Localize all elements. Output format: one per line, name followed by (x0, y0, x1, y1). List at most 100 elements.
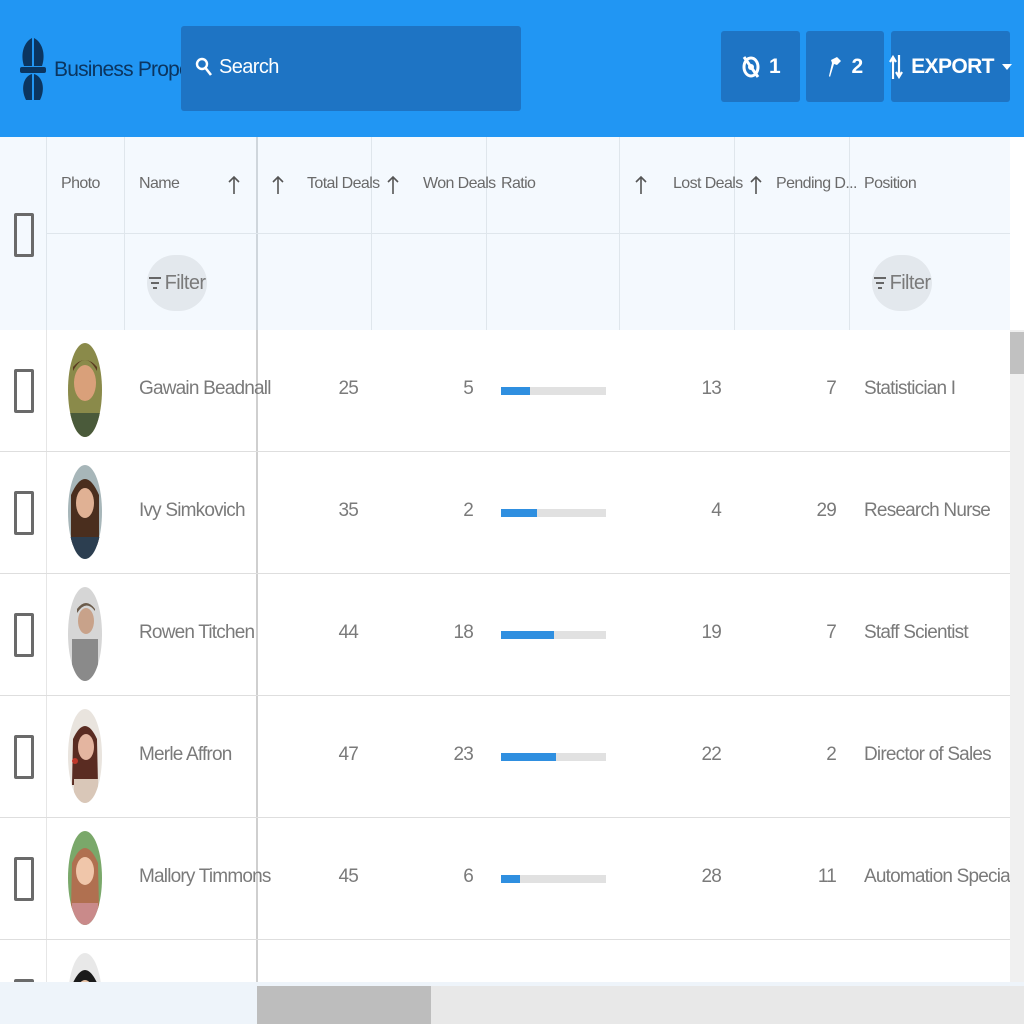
column-divider (46, 696, 47, 817)
pin-icon (829, 56, 842, 77)
avatar (68, 343, 102, 437)
cell-total-deals: 45 (338, 866, 358, 887)
search-input[interactable]: Search (181, 26, 521, 111)
cell-won-deals: 6 (463, 866, 474, 887)
ratio-bar-fill (501, 631, 554, 639)
avatar (68, 953, 102, 982)
cell-total-deals: 25 (338, 378, 358, 399)
row-checkbox[interactable] (14, 735, 34, 779)
row-checkbox[interactable] (14, 369, 34, 413)
header-position[interactable]: Position (864, 175, 917, 193)
cell-name: Ivy Simkovich (139, 500, 246, 521)
pinned-columns-count: 2 (851, 54, 863, 78)
cell-won-deals: 18 (453, 622, 473, 643)
cell-total-deals: 35 (338, 500, 358, 521)
header-pending-deals[interactable]: Pending D... (776, 175, 857, 193)
header-total-deals[interactable]: Total Deals (307, 175, 380, 193)
sort-arrow-up-icon[interactable] (228, 175, 240, 195)
ratio-bar (501, 509, 606, 517)
select-all-checkbox[interactable] (14, 213, 34, 257)
filter-icon (873, 277, 886, 289)
column-divider (46, 574, 47, 695)
cell-pending-deals: 2 (826, 744, 837, 765)
cell-name: Rowen Titchen (139, 622, 255, 643)
column-divider (46, 452, 47, 573)
sort-arrow-up-icon[interactable] (750, 175, 762, 195)
cell-pending-deals: 7 (826, 378, 837, 399)
cell-name: Mallory Timmons (139, 866, 271, 887)
propeller-logo-icon (20, 38, 46, 100)
table-row[interactable]: Gawain Beadnall 25 5 13 7 Statistician I (0, 330, 1010, 452)
position-filter-button[interactable]: Filter (872, 255, 932, 311)
avatar (68, 587, 102, 681)
ratio-bar (501, 387, 606, 395)
ratio-bar (501, 753, 606, 761)
header-row-divider (46, 233, 1010, 234)
ratio-bar (501, 875, 606, 883)
table-row[interactable] (0, 940, 1010, 982)
search-icon (195, 57, 213, 76)
cell-position: Research Nurse (864, 500, 991, 521)
table-row[interactable]: Mallory Timmons 45 6 28 11 Automation Sp… (0, 818, 1010, 940)
sort-arrow-up-icon[interactable] (272, 175, 284, 195)
ratio-bar-fill (501, 753, 556, 761)
cell-position: Staff Scientist (864, 622, 969, 643)
column-divider (46, 330, 47, 451)
cell-position: Director of Sales (864, 744, 992, 765)
row-checkbox[interactable] (14, 613, 34, 657)
filter-label: Filter (164, 271, 206, 294)
filter-icon (148, 277, 161, 289)
pinned-columns-button[interactable]: 2 (806, 31, 884, 102)
export-label: EXPORT (911, 54, 994, 78)
export-button[interactable]: EXPORT (889, 31, 1012, 102)
search-placeholder: Search (219, 56, 279, 78)
cell-pending-deals: 29 (816, 500, 836, 521)
sort-export-icon (889, 54, 904, 79)
cell-won-deals: 5 (463, 378, 474, 399)
sort-arrow-up-icon[interactable] (635, 175, 647, 195)
sort-arrow-up-icon[interactable] (387, 175, 399, 195)
cell-lost-deals: 28 (701, 866, 721, 887)
column-divider (46, 818, 47, 939)
avatar (68, 831, 102, 925)
filter-label: Filter (889, 271, 931, 294)
pinned-divider (256, 574, 258, 695)
cell-won-deals: 23 (453, 744, 473, 765)
vertical-scrollbar-thumb[interactable] (1010, 332, 1024, 374)
ratio-bar-fill (501, 509, 537, 517)
cell-total-deals: 47 (338, 744, 358, 765)
hidden-columns-button[interactable]: 1 (721, 31, 800, 102)
table-row[interactable]: Merle Affron 47 23 22 2 Director of Sale… (0, 696, 1010, 818)
cell-lost-deals: 22 (701, 744, 721, 765)
ratio-bar-fill (501, 387, 531, 395)
avatar (68, 709, 102, 803)
pinned-divider (256, 452, 258, 573)
app-header: Business Propeller Search 1 2 EXPORT (0, 0, 1024, 137)
cell-position: Statistician I (864, 378, 956, 399)
table-row[interactable]: Ivy Simkovich 35 2 4 29 Research Nurse (0, 452, 1010, 574)
header-ratio[interactable]: Ratio (501, 175, 536, 193)
hidden-icon (742, 55, 760, 78)
cell-lost-deals: 19 (701, 622, 721, 643)
cell-pending-deals: 7 (826, 622, 837, 643)
cell-lost-deals: 4 (711, 500, 722, 521)
pinned-divider (256, 940, 258, 982)
table-row[interactable]: Rowen Titchen 44 18 19 7 Staff Scientist (0, 574, 1010, 696)
header-photo[interactable]: Photo (61, 175, 100, 193)
row-checkbox[interactable] (14, 491, 34, 535)
header-lost-deals[interactable]: Lost Deals (673, 175, 743, 193)
cell-won-deals: 2 (463, 500, 474, 521)
caret-down-icon (1001, 63, 1012, 70)
header-won-deals[interactable]: Won Deals (423, 175, 496, 193)
vertical-scrollbar[interactable] (1010, 330, 1024, 982)
header-name[interactable]: Name (139, 175, 180, 193)
row-checkbox[interactable] (14, 857, 34, 901)
cell-lost-deals: 13 (701, 378, 721, 399)
horizontal-scrollbar-thumb[interactable] (257, 986, 431, 1024)
name-filter-button[interactable]: Filter (147, 255, 207, 311)
grid-body: Gawain Beadnall 25 5 13 7 Statistician I… (0, 330, 1010, 982)
ratio-bar-fill (501, 875, 520, 883)
grid-header: Photo Name Total Deals Won Deals Ratio L… (0, 137, 1010, 331)
hidden-columns-count: 1 (768, 54, 781, 78)
column-divider (46, 940, 47, 982)
